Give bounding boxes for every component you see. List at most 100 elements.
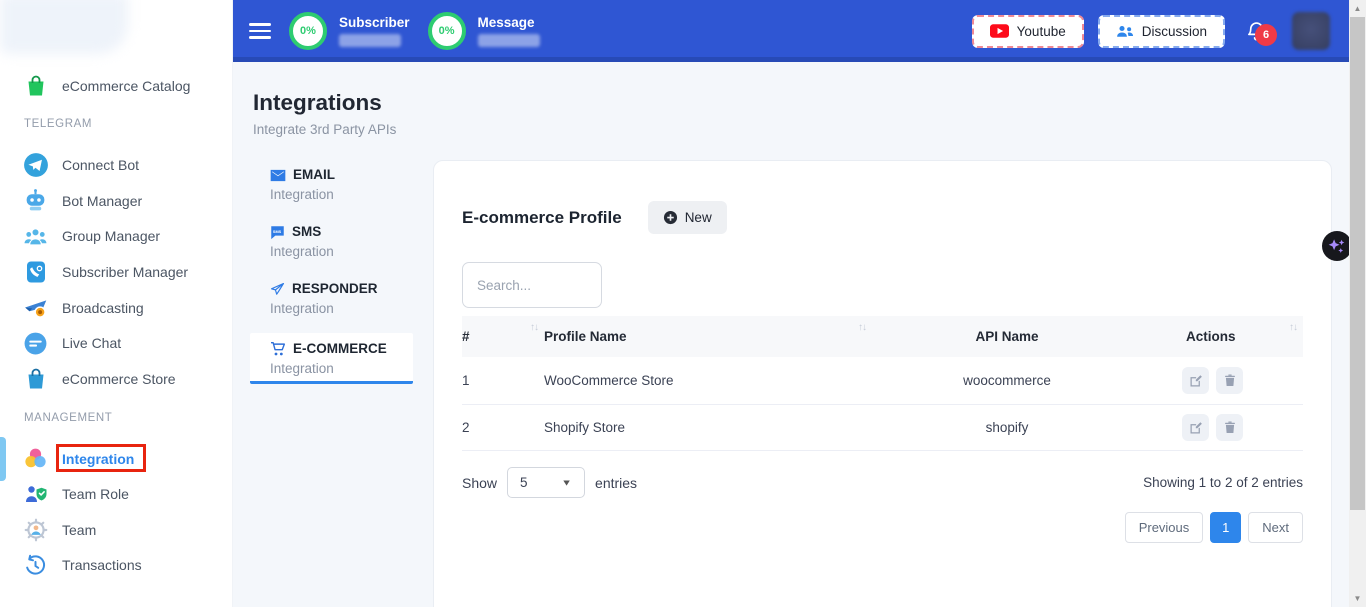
sidebar-item-label: Team Role xyxy=(62,486,129,502)
subnav-item-email[interactable]: EMAIL Integration xyxy=(250,162,413,208)
sidebar-item-label: Connect Bot xyxy=(62,157,139,173)
shield-person-icon xyxy=(22,481,49,508)
youtube-icon xyxy=(990,24,1009,38)
group-people-icon xyxy=(22,223,49,250)
edit-icon xyxy=(1188,373,1203,388)
previous-page-button[interactable]: Previous xyxy=(1125,512,1204,543)
new-button-label: New xyxy=(685,210,712,225)
app-root: 0% Subscriber 0% Message Youtube xyxy=(0,0,1366,607)
subnav-item-title: SMS xyxy=(292,222,321,242)
api-name-cell: woocommerce xyxy=(872,373,1142,388)
sidebar-item-team[interactable]: Team xyxy=(0,512,232,548)
user-avatar[interactable] xyxy=(1292,12,1330,50)
column-header-api-name[interactable]: API Name xyxy=(872,316,1142,357)
app-logo xyxy=(0,0,128,54)
profile-name-cell: WooCommerce Store xyxy=(544,373,872,388)
new-profile-button[interactable]: New xyxy=(648,201,727,234)
page-size-select[interactable]: 5 ▼ xyxy=(507,467,585,498)
integration-subnav: EMAIL Integration SMS SMS Integration xyxy=(250,162,413,395)
sidebar-item-ecommerce-catalog[interactable]: eCommerce Catalog xyxy=(0,68,232,104)
youtube-button-label: Youtube xyxy=(1017,24,1066,39)
subnav-item-ecommerce[interactable]: E-COMMERCE Integration xyxy=(250,333,413,384)
sidebar-item-team-role[interactable]: Team Role xyxy=(0,476,232,512)
edit-button[interactable] xyxy=(1182,414,1209,441)
sidebar-item-connect-bot[interactable]: Connect Bot xyxy=(0,147,232,183)
page-size-value: 5 xyxy=(520,475,528,490)
scrollbar-up-arrow[interactable]: ▲ xyxy=(1349,0,1366,17)
sidebar-item-subscriber-manager[interactable]: Subscriber Manager xyxy=(0,254,232,290)
column-header-num[interactable]: #↑↓ xyxy=(462,316,544,357)
sidebar-item-integration[interactable]: Integration xyxy=(0,441,232,477)
message-progress-value-redacted xyxy=(478,34,540,47)
column-header-profile-name[interactable]: Profile Name↑↓ xyxy=(544,316,872,357)
sidebar-item-label: Broadcasting xyxy=(62,300,144,316)
trash-icon xyxy=(1223,420,1237,435)
subnav-item-subtitle: Integration xyxy=(270,299,413,318)
scrollbar-down-arrow[interactable]: ▼ xyxy=(1349,590,1366,607)
subnav-item-title: EMAIL xyxy=(293,165,335,185)
search-input[interactable] xyxy=(462,262,602,308)
discussion-button-label: Discussion xyxy=(1142,24,1207,39)
main-content: Integrations Integrate 3rd Party APIs EM… xyxy=(233,62,1366,607)
sidebar-item-ecommerce-store[interactable]: eCommerce Store xyxy=(0,361,232,397)
sparkles-icon xyxy=(1327,236,1347,256)
sidebar-item-group-manager[interactable]: Group Manager xyxy=(0,218,232,254)
api-name-cell: shopify xyxy=(872,420,1142,435)
sidebar-section-telegram: TELEGRAM xyxy=(0,114,232,134)
sidebar-item-label: Subscriber Manager xyxy=(62,264,188,280)
subnav-item-responder[interactable]: RESPONDER Integration xyxy=(250,276,413,322)
sms-bubble-icon: SMS xyxy=(270,225,285,240)
envelope-icon xyxy=(270,169,286,182)
hamburger-menu-icon[interactable] xyxy=(249,19,271,42)
notification-bell[interactable]: 6 xyxy=(1245,20,1268,43)
sidebar-item-live-chat[interactable]: Live Chat xyxy=(0,325,232,361)
sidebar-item-bot-manager[interactable]: Bot Manager xyxy=(0,183,232,219)
profiles-table: #↑↓ Profile Name↑↓ API Name Actions↑↓ 1 … xyxy=(462,316,1303,451)
ecommerce-profile-card: E-commerce Profile New #↑↓ Profile Name↑… xyxy=(433,160,1332,607)
delete-button[interactable] xyxy=(1216,414,1243,441)
paper-plane-outline-icon xyxy=(270,282,285,297)
sort-icon[interactable]: ↑↓ xyxy=(858,322,866,333)
ai-assistant-button[interactable] xyxy=(1322,231,1352,261)
delete-button[interactable] xyxy=(1216,367,1243,394)
row-number: 1 xyxy=(462,373,544,388)
panel-title: E-commerce Profile xyxy=(462,208,622,228)
message-progress-label: Message xyxy=(478,15,540,30)
integration-circles-icon xyxy=(22,445,49,472)
scrollbar-thumb[interactable] xyxy=(1350,17,1365,510)
current-page-button[interactable]: 1 xyxy=(1210,512,1241,543)
table-row: 2 Shopify Store shopify xyxy=(462,405,1303,451)
subscriber-progress-circle: 0% xyxy=(289,12,327,50)
sort-icon[interactable]: ↑↓ xyxy=(1289,322,1297,333)
sort-icon[interactable]: ↑↓ xyxy=(530,322,538,333)
vertical-scrollbar[interactable]: ▲ ▼ xyxy=(1349,0,1366,607)
contact-book-icon xyxy=(22,258,49,285)
sidebar-item-label: Bot Manager xyxy=(62,193,142,209)
sidebar-item-label: eCommerce Catalog xyxy=(62,78,190,94)
sidebar-item-label: Transactions xyxy=(62,557,142,573)
edit-button[interactable] xyxy=(1182,367,1209,394)
sidebar-item-transactions[interactable]: Transactions xyxy=(0,547,232,583)
gear-person-icon xyxy=(22,516,49,543)
sidebar-item-label: Group Manager xyxy=(62,228,160,244)
row-number: 2 xyxy=(462,420,544,435)
subnav-item-sms[interactable]: SMS SMS Integration xyxy=(250,219,413,265)
active-item-indicator xyxy=(0,437,6,481)
edit-icon xyxy=(1188,420,1203,435)
subscriber-progress-value-redacted xyxy=(339,34,401,47)
message-progress-circle: 0% xyxy=(428,12,466,50)
next-page-button[interactable]: Next xyxy=(1248,512,1303,543)
subnav-item-subtitle: Integration xyxy=(270,242,413,261)
column-header-actions[interactable]: Actions↑↓ xyxy=(1142,316,1303,357)
youtube-button[interactable]: Youtube xyxy=(972,15,1084,48)
message-progress: 0% Message xyxy=(428,12,540,50)
pagination: Previous 1 Next xyxy=(462,512,1303,543)
trash-icon xyxy=(1223,373,1237,388)
show-label: Show xyxy=(462,475,497,491)
discussion-button[interactable]: Discussion xyxy=(1098,15,1225,48)
sidebar: eCommerce Catalog TELEGRAM Connect Bot B… xyxy=(0,0,233,607)
subnav-item-subtitle: Integration xyxy=(270,185,413,204)
sidebar-item-broadcasting[interactable]: Broadcasting xyxy=(0,290,232,326)
showing-entries-text: Showing 1 to 2 of 2 entries xyxy=(1143,475,1303,490)
chat-bubble-icon xyxy=(22,330,49,357)
